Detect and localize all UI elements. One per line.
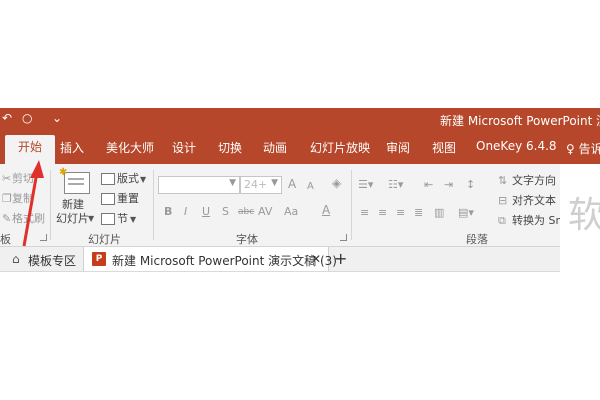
screenshot: ↶ ○ ⌄ 新建 Microsoft PowerPoint 演示文 开始 插入 … [0,0,600,400]
red-arrow-annotation [22,160,44,247]
arrow-head [30,160,44,178]
arrow-shaft [22,171,39,247]
